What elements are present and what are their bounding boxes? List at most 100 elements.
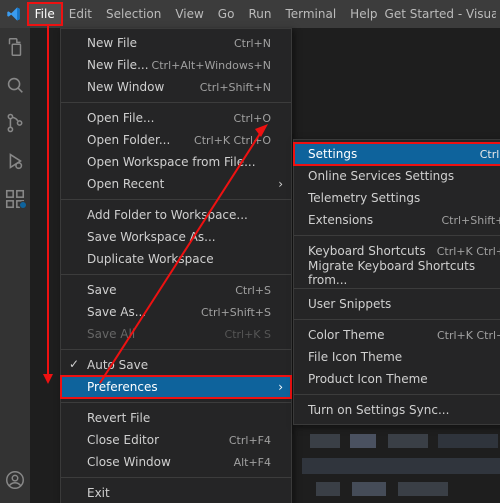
file-menu-item-open-recent[interactable]: Open Recent › bbox=[61, 173, 291, 195]
pref-menu-item-settings[interactable]: Settings Ctrl+, bbox=[294, 143, 500, 165]
source-control-icon[interactable] bbox=[4, 112, 26, 134]
menu-item-label: Extensions bbox=[308, 213, 373, 227]
accounts-icon[interactable] bbox=[4, 469, 26, 491]
menu-separator bbox=[61, 274, 291, 275]
pref-menu-item-turn-on-settings-sync[interactable]: Turn on Settings Sync... bbox=[294, 399, 500, 421]
menu-bar: File Edit Selection View Go Run Terminal… bbox=[28, 3, 385, 25]
file-menu-item-preferences[interactable]: Preferences› bbox=[61, 376, 291, 398]
menu-item-label: Close Window bbox=[87, 455, 171, 469]
menu-item-label: Product Icon Theme bbox=[308, 372, 428, 386]
menu-terminal[interactable]: Terminal bbox=[278, 3, 343, 25]
menu-item-label: New Window bbox=[87, 80, 164, 94]
menu-help[interactable]: Help bbox=[343, 3, 384, 25]
menu-item-label: Keyboard Shortcuts bbox=[308, 244, 426, 258]
menu-selection[interactable]: Selection bbox=[99, 3, 168, 25]
menu-item-label: Open Recent bbox=[87, 177, 164, 191]
menu-item-label: Add Folder to Workspace... bbox=[87, 208, 248, 222]
menu-view[interactable]: View bbox=[168, 3, 210, 25]
vscode-logo-icon bbox=[6, 6, 22, 22]
menu-item-label: Save As... bbox=[87, 305, 146, 319]
blurred-background bbox=[302, 428, 500, 503]
preferences-submenu: Settings Ctrl+, Online Services Settings Te… bbox=[293, 139, 500, 425]
extensions-icon[interactable] bbox=[4, 188, 26, 210]
menu-item-shortcut: Ctrl+K Ctrl+S bbox=[437, 245, 500, 258]
pref-menu-item-user-snippets[interactable]: User Snippets bbox=[294, 293, 500, 315]
title-bar: File Edit Selection View Go Run Terminal… bbox=[0, 0, 500, 28]
file-menu-item-save-as[interactable]: Save As... Ctrl+Shift+S bbox=[61, 301, 291, 323]
menu-edit[interactable]: Edit bbox=[62, 3, 99, 25]
menu-go[interactable]: Go bbox=[211, 3, 242, 25]
menu-item-label: Auto Save bbox=[87, 358, 148, 372]
menu-item-shortcut: Ctrl+F4 bbox=[229, 434, 271, 447]
menu-item-shortcut: Ctrl+K Ctrl+O bbox=[194, 134, 271, 147]
menu-item-label: Duplicate Workspace bbox=[87, 252, 214, 266]
menu-run[interactable]: Run bbox=[241, 3, 278, 25]
menu-separator bbox=[294, 319, 500, 320]
file-menu-item-open-workspace-from-file[interactable]: Open Workspace from File... bbox=[61, 151, 291, 173]
file-menu-item-save-all: Save All Ctrl+K S bbox=[61, 323, 291, 345]
run-debug-icon[interactable] bbox=[4, 150, 26, 172]
file-menu-item-revert-file[interactable]: Revert File bbox=[61, 407, 291, 429]
menu-file[interactable]: File bbox=[28, 3, 62, 25]
menu-item-label: Online Services Settings bbox=[308, 169, 454, 183]
menu-item-shortcut: Ctrl+, bbox=[480, 148, 500, 161]
menu-item-label: Color Theme bbox=[308, 328, 385, 342]
pref-menu-item-extensions[interactable]: ExtensionsCtrl+Shift+X bbox=[294, 209, 500, 231]
file-menu-item-exit[interactable]: Exit bbox=[61, 482, 291, 503]
pref-menu-item-file-icon-theme[interactable]: File Icon Theme bbox=[294, 346, 500, 368]
menu-item-shortcut: Alt+F4 bbox=[234, 456, 271, 469]
file-menu-item-close-editor[interactable]: Close Editor Ctrl+F4 bbox=[61, 429, 291, 451]
menu-item-label: Open Folder... bbox=[87, 133, 170, 147]
pref-menu-item-telemetry-settings[interactable]: Telemetry Settings bbox=[294, 187, 500, 209]
search-icon[interactable] bbox=[4, 74, 26, 96]
menu-item-label: Open File... bbox=[87, 111, 154, 125]
menu-item-label: Settings bbox=[308, 147, 357, 161]
file-menu-item-duplicate-workspace[interactable]: Duplicate Workspace bbox=[61, 248, 291, 270]
chevron-right-icon: › bbox=[278, 380, 283, 394]
pref-menu-item-online-services-settings[interactable]: Online Services Settings bbox=[294, 165, 500, 187]
file-menu-item-close-window[interactable]: Close Window Alt+F4 bbox=[61, 451, 291, 473]
file-menu-item-save[interactable]: Save Ctrl+S bbox=[61, 279, 291, 301]
file-menu-item-new-window[interactable]: New WindowCtrl+Shift+N bbox=[61, 76, 291, 98]
file-menu-item-new-file[interactable]: New FileCtrl+N bbox=[61, 32, 291, 54]
menu-item-shortcut: Ctrl+K S bbox=[225, 328, 271, 341]
menu-item-label: Revert File bbox=[87, 411, 150, 425]
menu-item-label: Telemetry Settings bbox=[308, 191, 420, 205]
explorer-icon[interactable] bbox=[4, 36, 26, 58]
menu-item-label: Turn on Settings Sync... bbox=[308, 403, 449, 417]
pref-menu-item-migrate-keyboard-shortcuts-from[interactable]: Migrate Keyboard Shortcuts from... bbox=[294, 262, 500, 284]
menu-separator bbox=[61, 402, 291, 403]
menu-item-label: Save Workspace As... bbox=[87, 230, 216, 244]
menu-separator bbox=[61, 477, 291, 478]
menu-item-shortcut: Ctrl+O bbox=[234, 112, 271, 125]
menu-item-shortcut: Ctrl+Shift+S bbox=[201, 306, 271, 319]
file-menu-item-open-file[interactable]: Open File... Ctrl+O bbox=[61, 107, 291, 129]
file-menu-item-open-folder[interactable]: Open Folder... Ctrl+K Ctrl+O bbox=[61, 129, 291, 151]
pref-menu-item-color-theme[interactable]: Color ThemeCtrl+K Ctrl+T bbox=[294, 324, 500, 346]
file-menu-item-new-file[interactable]: New File...Ctrl+Alt+Windows+N bbox=[61, 54, 291, 76]
activity-bar bbox=[0, 28, 30, 503]
menu-separator bbox=[61, 102, 291, 103]
file-menu-item-add-folder-to-workspace[interactable]: Add Folder to Workspace... bbox=[61, 204, 291, 226]
menu-item-label: Close Editor bbox=[87, 433, 159, 447]
menu-item-label: File Icon Theme bbox=[308, 350, 402, 364]
badge-dot-icon bbox=[19, 201, 27, 209]
file-menu-dropdown: New FileCtrl+NNew File...Ctrl+Alt+Window… bbox=[60, 28, 292, 503]
menu-item-label: User Snippets bbox=[308, 297, 391, 311]
menu-item-label: Save bbox=[87, 283, 116, 297]
menu-item-label: Save All bbox=[87, 327, 135, 341]
menu-item-label: Exit bbox=[87, 486, 110, 500]
editor-area: New FileCtrl+NNew File...Ctrl+Alt+Window… bbox=[30, 28, 500, 503]
menu-item-shortcut: Ctrl+S bbox=[235, 284, 271, 297]
chevron-right-icon: › bbox=[278, 177, 283, 191]
menu-item-label: New File... bbox=[87, 58, 149, 72]
pref-menu-item-product-icon-theme[interactable]: Product Icon Theme bbox=[294, 368, 500, 390]
file-menu-item-save-workspace-as[interactable]: Save Workspace As... bbox=[61, 226, 291, 248]
menu-item-label: Migrate Keyboard Shortcuts from... bbox=[308, 259, 500, 287]
window-title: Get Started - Visua bbox=[385, 7, 496, 21]
menu-separator bbox=[61, 349, 291, 350]
menu-item-shortcut: Ctrl+Alt+Windows+N bbox=[152, 59, 271, 72]
menu-separator bbox=[294, 235, 500, 236]
file-menu-item-auto-save[interactable]: ✓Auto Save bbox=[61, 354, 291, 376]
menu-item-label: Open Workspace from File... bbox=[87, 155, 256, 169]
